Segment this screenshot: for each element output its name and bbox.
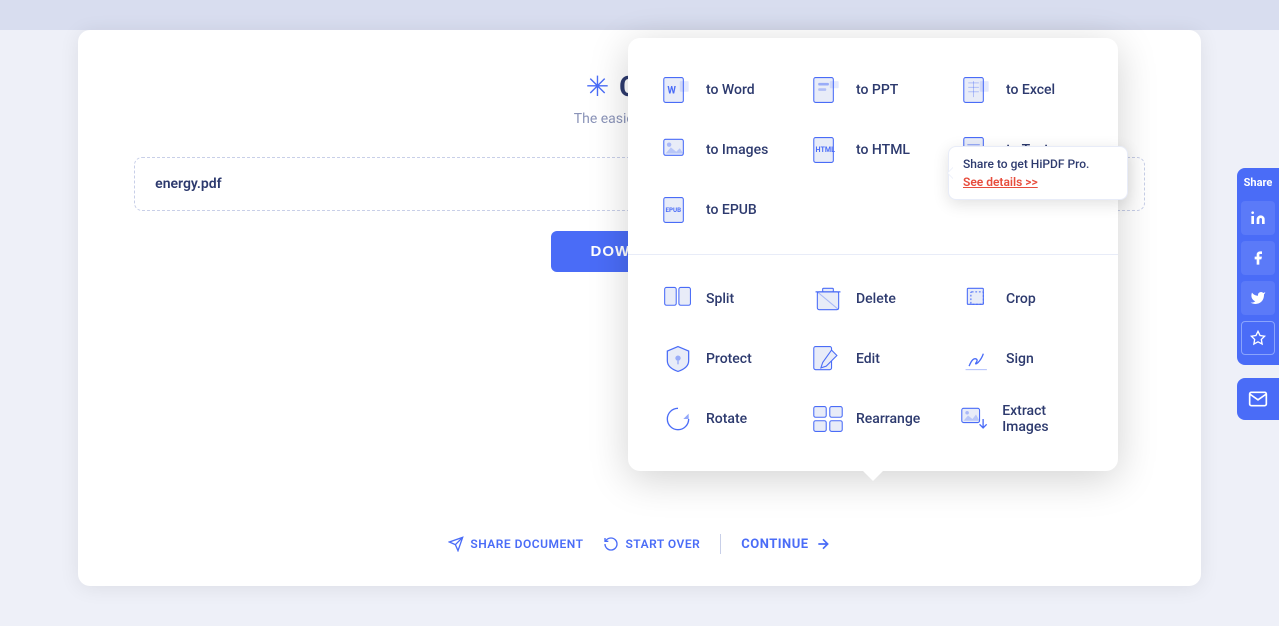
- menu-item-to-epub[interactable]: EPUB to EPUB: [648, 182, 798, 238]
- menu-item-label: Extract Images: [1002, 403, 1086, 435]
- twitter-share-btn[interactable]: [1241, 281, 1275, 315]
- html-icon: HTML: [810, 132, 846, 168]
- bg-top: [0, 0, 1279, 30]
- protect-icon: [660, 341, 696, 377]
- menu-item-edit[interactable]: Edit: [798, 331, 948, 387]
- share-title: Share: [1244, 176, 1273, 189]
- email-panel[interactable]: [1237, 378, 1279, 420]
- menu-item-label: Crop: [1006, 291, 1036, 307]
- sign-icon: [960, 341, 996, 377]
- divider: [720, 534, 721, 554]
- menu-item-crop[interactable]: Crop: [948, 271, 1098, 327]
- menu-item-label: to PPT: [856, 82, 898, 98]
- excel-icon: [960, 72, 996, 108]
- app-logo-icon: ✳: [586, 70, 609, 103]
- menu-item-to-images[interactable]: to Images: [648, 122, 798, 178]
- menu-item-extract-images[interactable]: Extract Images: [948, 391, 1098, 447]
- menu-item-label: to HTML: [856, 142, 910, 158]
- epub-icon: EPUB: [660, 192, 696, 228]
- menu-item-rearrange[interactable]: Rearrange: [798, 391, 948, 447]
- tools-section: Split Delete: [628, 254, 1118, 455]
- menu-item-label: to Images: [706, 142, 768, 158]
- bottom-bar: SHARE DOCUMENT START OVER CONTINUE: [78, 522, 1201, 566]
- continue-btn[interactable]: CONTINUE: [741, 536, 830, 552]
- linkedin-share-btn[interactable]: [1241, 201, 1275, 235]
- menu-item-label: Edit: [856, 351, 880, 367]
- ppt-icon: [810, 72, 846, 108]
- menu-item-delete[interactable]: Delete: [798, 271, 948, 327]
- menu-item-to-excel[interactable]: to Excel: [948, 62, 1098, 118]
- menu-item-label: to Word: [706, 82, 755, 98]
- dropdown-menu: Share to get HiPDF Pro. See details >> W…: [628, 38, 1118, 471]
- svg-text:W: W: [667, 86, 676, 97]
- split-icon: [660, 281, 696, 317]
- delete-icon: [810, 281, 846, 317]
- promo-main-text: Share to get HiPDF Pro.: [963, 157, 1113, 171]
- start-over-btn[interactable]: START OVER: [603, 536, 700, 552]
- crop-icon: [960, 281, 996, 317]
- menu-item-label: to EPUB: [706, 202, 757, 218]
- menu-item-label: to Excel: [1006, 82, 1055, 98]
- menu-item-label: Rearrange: [856, 411, 920, 427]
- menu-item-label: Rotate: [706, 411, 747, 427]
- share-panel: Share: [1237, 168, 1279, 365]
- menu-item-to-html[interactable]: HTML to HTML: [798, 122, 948, 178]
- promo-link[interactable]: See details >>: [963, 175, 1113, 189]
- promo-tooltip: Share to get HiPDF Pro. See details >>: [948, 146, 1128, 200]
- star-share-btn[interactable]: [1241, 321, 1275, 355]
- menu-item-to-ppt[interactable]: to PPT: [798, 62, 948, 118]
- share-document-btn[interactable]: SHARE DOCUMENT: [448, 536, 583, 552]
- edit-icon: [810, 341, 846, 377]
- extract-images-icon: [960, 401, 992, 437]
- menu-item-sign[interactable]: Sign: [948, 331, 1098, 387]
- menu-item-to-word[interactable]: W to Word: [648, 62, 798, 118]
- menu-item-protect[interactable]: Protect: [648, 331, 798, 387]
- word-icon: W: [660, 72, 696, 108]
- menu-item-label: Sign: [1006, 351, 1034, 367]
- svg-text:EPUB: EPUB: [666, 206, 682, 214]
- facebook-share-btn[interactable]: [1241, 241, 1275, 275]
- tools-grid: Split Delete: [648, 271, 1098, 447]
- rotate-icon: [660, 401, 696, 437]
- rearrange-icon: [810, 401, 846, 437]
- menu-item-rotate[interactable]: Rotate: [648, 391, 798, 447]
- images-icon: [660, 132, 696, 168]
- svg-text:HTML: HTML: [816, 145, 836, 154]
- menu-item-label: Split: [706, 291, 734, 307]
- menu-item-label: Protect: [706, 351, 752, 367]
- menu-item-split[interactable]: Split: [648, 271, 798, 327]
- menu-item-label: Delete: [856, 291, 896, 307]
